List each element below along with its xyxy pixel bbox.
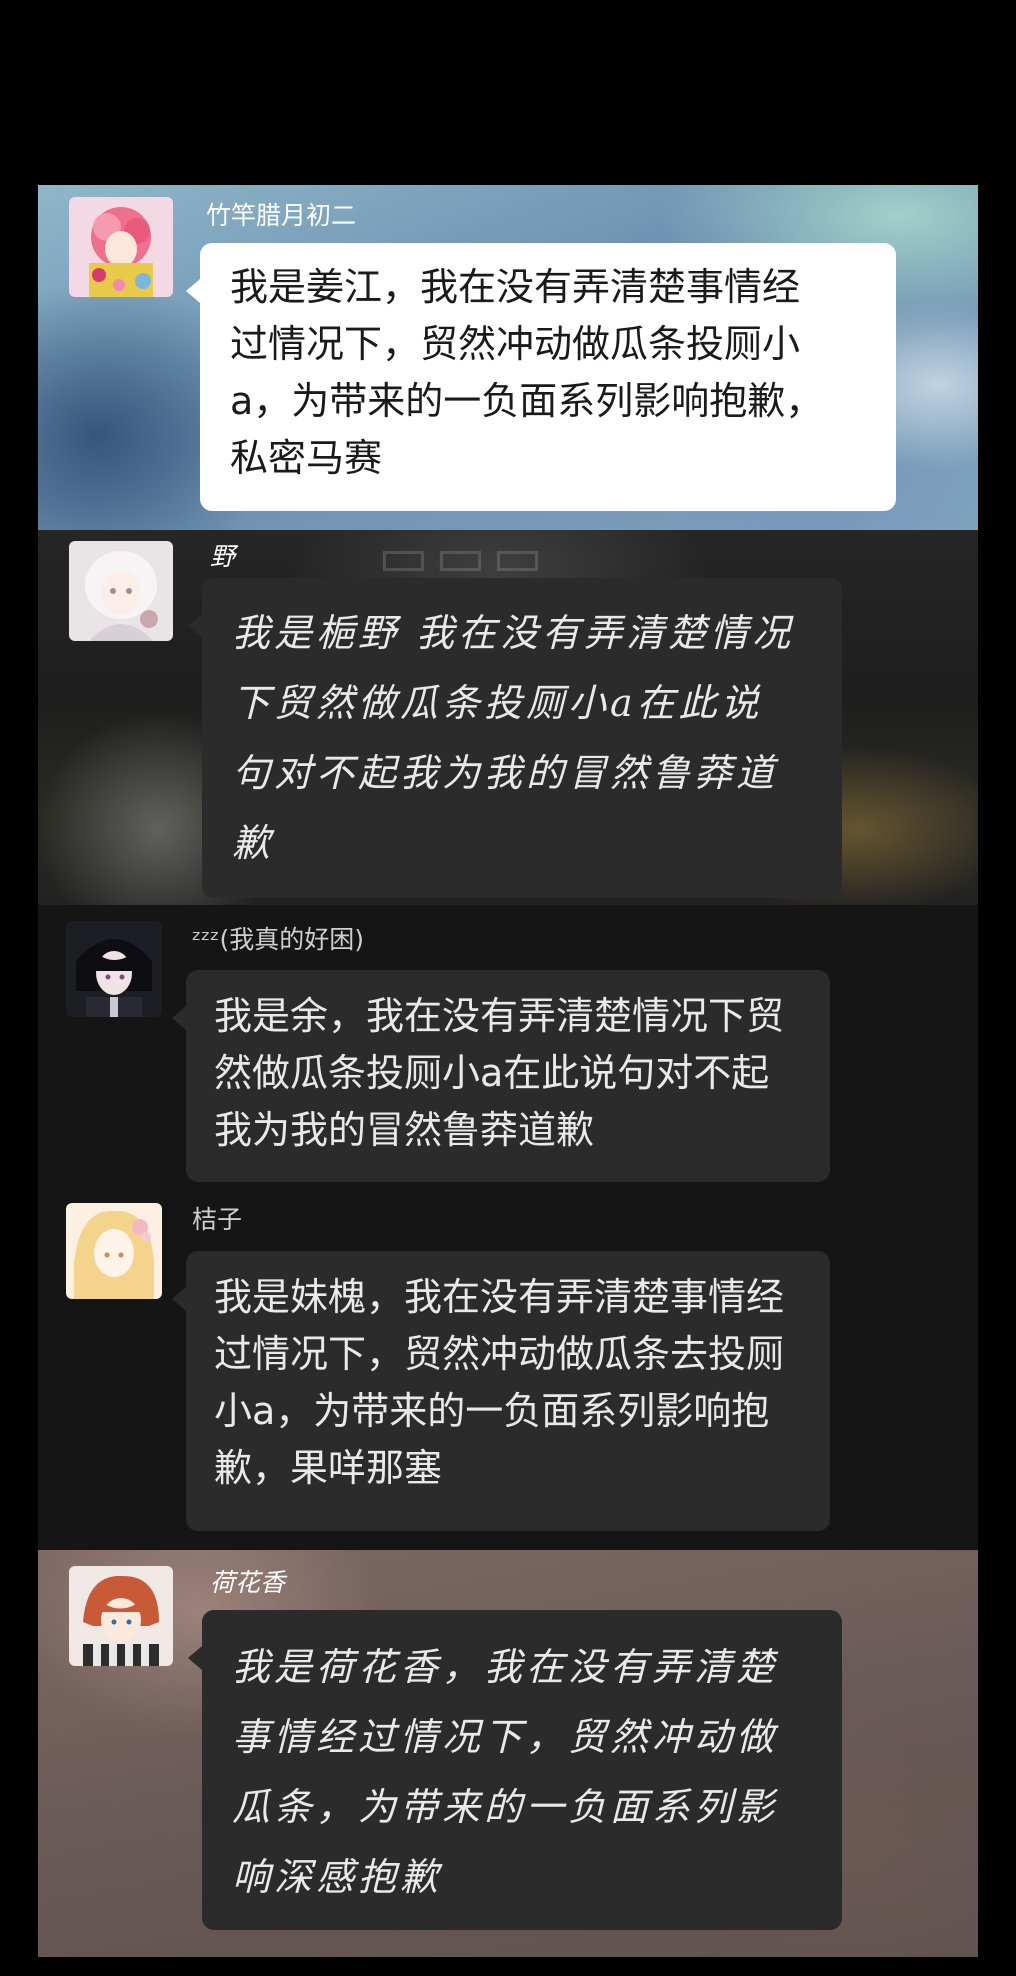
message-bubble[interactable]: 我是荷花香，我在没有弄清楚 事情经过情况下，贸然冲动做 瓜条，为带来的一负面系列… [188,1610,842,1930]
message-bubble[interactable]: 我是妹槐，我在没有弄清楚事情经 过情况下，贸然冲动做瓜条去投厕 小a，为带来的一… [172,1251,830,1531]
sender-name: ᶻᶻᶻ(我真的好困) [192,925,364,954]
dark-hair-character-avatar-icon[interactable] [66,921,162,1017]
sender-name: 野 [210,542,236,571]
sender-name: 荷花香 [210,1568,286,1597]
pink-hair-character-avatar-icon[interactable] [69,197,173,297]
sender-name: 桔子 [192,1205,243,1234]
chat-panel-4: 荷花香 我是荷花香，我在没有弄清楚 事情经过情况下，贸然冲动做 瓜条，为带来的一… [38,1550,978,1957]
message-bubble[interactable]: 我是梔野 我在没有弄清楚情况 下贸然做瓜条投厕小a在此说 句对不起我为我的冒然鲁… [188,578,842,898]
message-bubble[interactable]: 我是余，我在没有弄清楚情况下贸 然做瓜条投厕小a在此说句对不起 我为我的冒然鲁莽… [172,970,830,1182]
red-hair-character-avatar-icon[interactable] [69,1566,173,1666]
chat-panel-2: ▭▭▭ 野 我是梔野 我在没有弄清楚情况 下贸然做瓜条投厕小a在此说 句对不起我… [38,530,978,905]
chat-panel-1: 竹竿腊月初二 我是姜江，我在没有弄清楚事情经 过情况下，贸然冲动做瓜条投厕小 a… [38,185,978,530]
blonde-hair-character-avatar-icon[interactable] [66,1203,162,1299]
sender-name: 竹竿腊月初二 [206,201,357,230]
chat-panel-3: ᶻᶻᶻ(我真的好困) 我是余，我在没有弄清楚情况下贸 然做瓜条投厕小a在此说句对… [38,905,978,1550]
wallpaper-text-decoration: ▭▭▭ [378,530,550,588]
message-bubble[interactable]: 我是姜江，我在没有弄清楚事情经 过情况下，贸然冲动做瓜条投厕小 a，为带来的一负… [186,243,896,511]
white-hair-character-avatar-icon[interactable] [69,541,173,641]
screenshot-collage: 竹竿腊月初二 我是姜江，我在没有弄清楚事情经 过情况下，贸然冲动做瓜条投厕小 a… [38,185,978,1957]
